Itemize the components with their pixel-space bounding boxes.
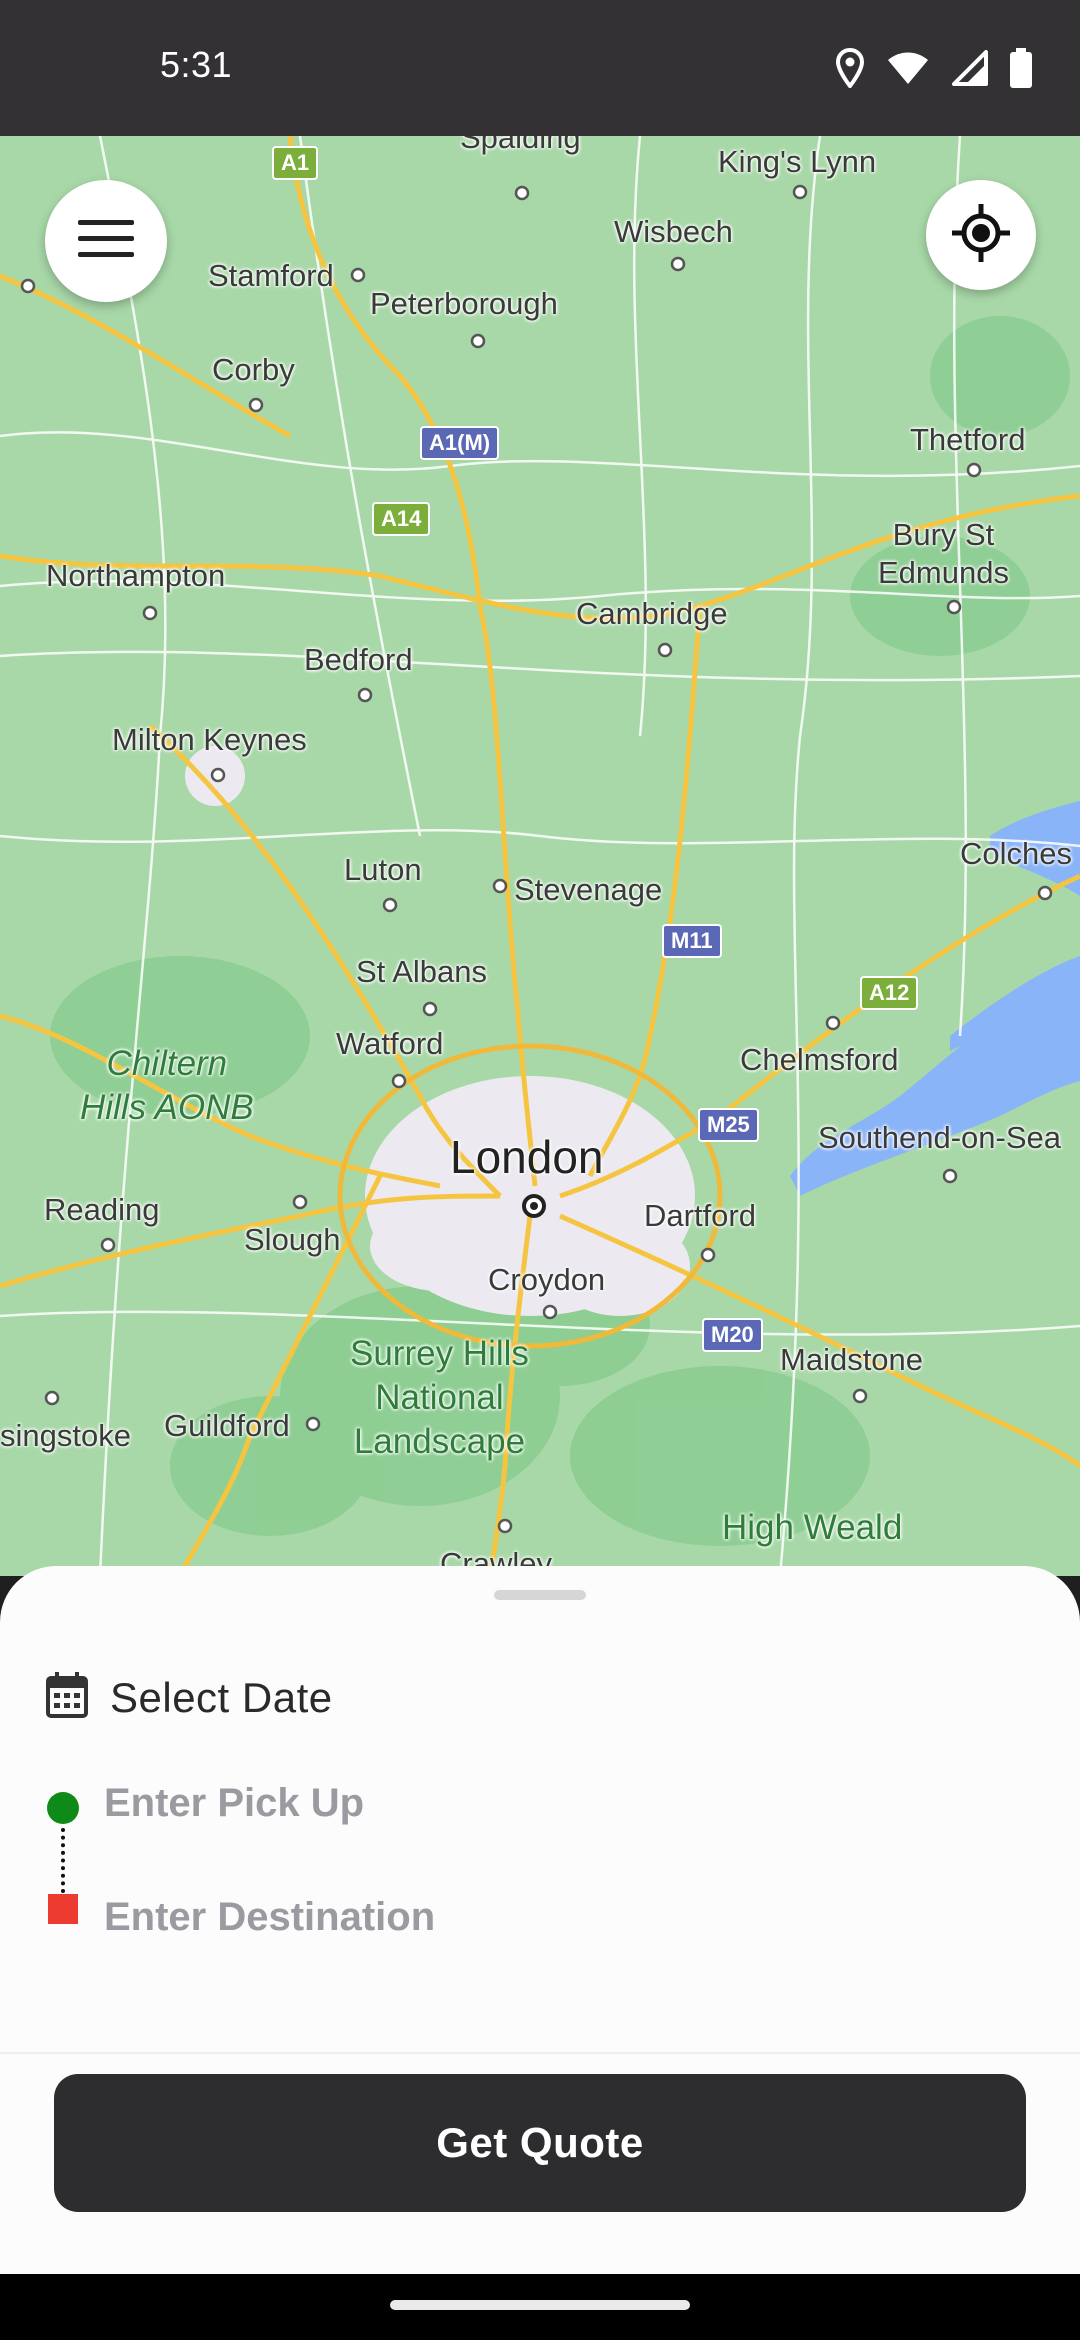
road-shield-a12: A12 [860,976,919,1010]
map-label-colchester: Colches [960,836,1072,871]
map-label-guildford: Guildford [164,1408,290,1443]
road-shield-m20: M20 [702,1318,763,1352]
road-shield-a14: A14 [372,502,431,536]
map-label-surrey-hills: Surrey Hills National Landscape [350,1334,529,1461]
map-label-corby: Corby [212,352,295,387]
booking-sheet: Select Date Get Quote [0,1566,1080,2274]
map-label-spalding: Spalding [460,136,581,155]
status-time: 5:31 [160,44,233,85]
navigation-bar [0,2274,1080,2340]
pickup-marker [47,1792,79,1824]
road-shield-a1m: A1(M) [420,426,500,460]
select-date-row[interactable]: Select Date [46,1672,333,1723]
my-location-icon [952,203,1010,267]
signal-icon [952,49,988,91]
map-label-milton-keynes: Milton Keynes [112,722,307,757]
menu-button[interactable] [45,180,167,302]
map-label-southend: Southend-on-Sea [818,1120,1062,1155]
destination-marker [48,1894,78,1924]
map-label-bury-st-edmunds: Bury St Edmunds [878,517,1009,590]
select-date-label: Select Date [110,1673,333,1721]
home-indicator[interactable] [390,2300,690,2310]
hamburger-menu-icon [78,219,134,263]
map-label-luton: Luton [344,852,422,887]
battery-icon [1010,47,1032,93]
map-label-kings-lynn: King's Lynn [718,144,877,179]
road-shield-m25: M25 [698,1108,759,1142]
road-shield-m11: M11 [662,924,722,958]
road-shield-a1: A1 [272,146,319,180]
status-bar: 5:31 [0,0,1080,136]
map-label-st-albans: St Albans [356,954,487,989]
map-label-chiltern: Chiltern Hills AONB [80,1044,254,1127]
map-label-bedford: Bedford [304,642,413,677]
my-location-button[interactable] [926,180,1036,290]
sheet-drag-handle[interactable] [494,1590,586,1600]
calendar-icon [46,1672,88,1723]
map-label-reading: Reading [44,1192,160,1227]
sheet-divider [0,2052,1080,2054]
map-label-northampton: Northampton [46,558,226,593]
map-label-stevenage: Stevenage [514,872,663,907]
map-label-dartford: Dartford [644,1198,756,1233]
map-label-croydon: Croydon [488,1262,606,1297]
map-label-high-weald: High Weald [722,1508,903,1547]
location-icon [835,47,865,93]
map-label-wisbech: Wisbech [614,214,733,249]
map-label-stamford: Stamford [208,258,334,293]
map-label-chelmsford: Chelmsford [740,1042,899,1077]
wifi-icon [886,50,930,91]
map-label-peterborough: Peterborough [370,286,558,321]
map-label-cambridge: Cambridge [576,596,728,631]
map-label-thetford: Thetford [910,422,1026,457]
map-label-basingstoke: singstoke [0,1418,131,1453]
map-view[interactable]: Spalding King's Lynn Wisbech Stamford Pe… [0,136,1080,1576]
map-label-london: London [450,1131,604,1183]
pickup-input[interactable] [104,1768,1004,1838]
map-label-slough: Slough [244,1222,341,1257]
status-icons [835,47,1032,93]
map-label-maidstone: Maidstone [780,1342,924,1377]
map-label-watford: Watford [336,1026,444,1061]
destination-input[interactable] [104,1882,1004,1952]
get-quote-button[interactable]: Get Quote [54,2074,1026,2212]
